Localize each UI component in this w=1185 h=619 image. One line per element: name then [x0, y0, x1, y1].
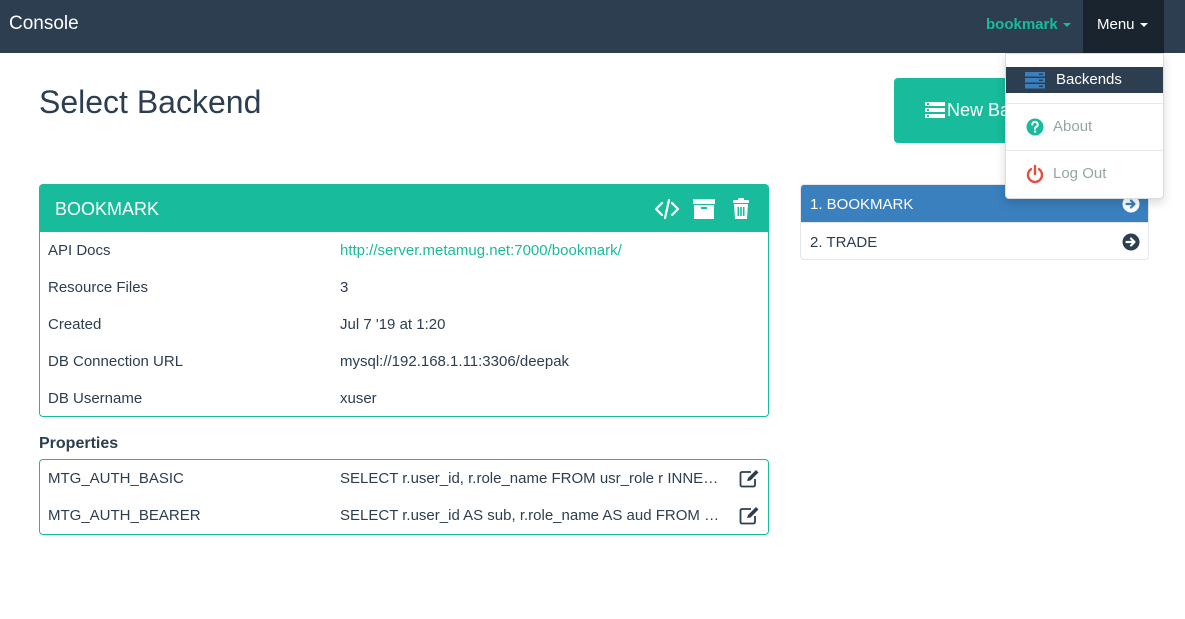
caret-down-icon	[1062, 23, 1071, 28]
backend-list-item-trade[interactable]: 2. TRADE	[801, 222, 1148, 259]
caret-down-icon	[1139, 23, 1148, 28]
arrow-circle-right-icon	[1122, 233, 1140, 251]
menu-item-backends[interactable]: Backends	[1006, 67, 1163, 93]
detail-row: Created Jul 7 '19 at 1:20	[40, 306, 768, 343]
detail-key: DB Username	[48, 390, 143, 407]
detail-row: DB Connection URL mysql://192.168.1.11:3…	[40, 343, 768, 380]
detail-key: Resource Files	[48, 279, 149, 296]
detail-row: API Docs http://server.metamug.net:7000/…	[40, 232, 768, 269]
property-value: SELECT r.user_id, r.role_name FROM usr_r…	[340, 470, 725, 487]
property-row: MTG_AUTH_BASIC SELECT r.user_id, r.role_…	[40, 460, 768, 497]
server-icon	[1025, 72, 1045, 89]
list-item-label: 1. BOOKMARK	[810, 196, 914, 213]
menu-label: Menu	[1097, 16, 1135, 33]
brand-link[interactable]: Console	[9, 13, 79, 35]
menu-item-logout[interactable]: Log Out	[1006, 161, 1163, 187]
menu-item-label: About	[1053, 118, 1093, 135]
detail-value: mysql://192.168.1.11:3306/deepak	[340, 353, 570, 370]
archive-icon[interactable]	[691, 197, 717, 221]
panel-header: BOOKMARK	[40, 185, 768, 232]
user-dropdown-toggle[interactable]: bookmark	[986, 16, 1071, 33]
detail-value: 3	[340, 279, 349, 296]
detail-key: Created	[48, 316, 102, 333]
menu-dropdown-toggle[interactable]: Menu	[1083, 0, 1164, 53]
user-label: bookmark	[986, 16, 1058, 33]
top-navbar: Console bookmark Menu	[0, 0, 1185, 53]
menu-item-label: Log Out	[1053, 165, 1107, 182]
menu-item-label: Backends	[1056, 71, 1122, 88]
menu-divider	[1006, 150, 1163, 151]
property-key: MTG_AUTH_BEARER	[48, 507, 201, 524]
code-icon[interactable]	[654, 197, 680, 221]
menu-dropdown: Backends About Log Out	[1005, 53, 1164, 199]
backend-detail-panel: BOOKMARK API Docs http://server.metamug.…	[39, 184, 769, 417]
property-key: MTG_AUTH_BASIC	[48, 470, 184, 487]
power-icon	[1026, 164, 1044, 184]
api-docs-link[interactable]: http://server.metamug.net:7000/bookmark/	[340, 242, 622, 259]
menu-divider	[1006, 103, 1163, 104]
detail-key: DB Connection URL	[48, 353, 184, 370]
edit-icon[interactable]	[739, 506, 760, 525]
page-title: Select Backend	[39, 84, 262, 120]
properties-panel: MTG_AUTH_BASIC SELECT r.user_id, r.role_…	[39, 459, 769, 535]
detail-row: Resource Files 3	[40, 269, 768, 306]
edit-icon[interactable]	[739, 469, 760, 488]
list-item-label: 2. TRADE	[810, 234, 878, 251]
detail-value: Jul 7 '19 at 1:20	[340, 316, 446, 333]
properties-heading: Properties	[39, 435, 119, 452]
question-circle-icon	[1026, 118, 1044, 136]
menu-item-about[interactable]: About	[1006, 114, 1163, 140]
detail-value: xuser	[340, 390, 377, 407]
server-icon	[925, 102, 945, 118]
panel-tools	[654, 197, 754, 221]
backend-name: BOOKMARK	[55, 199, 160, 219]
detail-row: DB Username xuser	[40, 380, 768, 416]
detail-key: API Docs	[48, 242, 111, 259]
property-value: SELECT r.user_id AS sub, r.role_name AS …	[340, 507, 725, 524]
property-row: MTG_AUTH_BEARER SELECT r.user_id AS sub,…	[40, 497, 768, 534]
trash-icon[interactable]	[728, 197, 754, 221]
